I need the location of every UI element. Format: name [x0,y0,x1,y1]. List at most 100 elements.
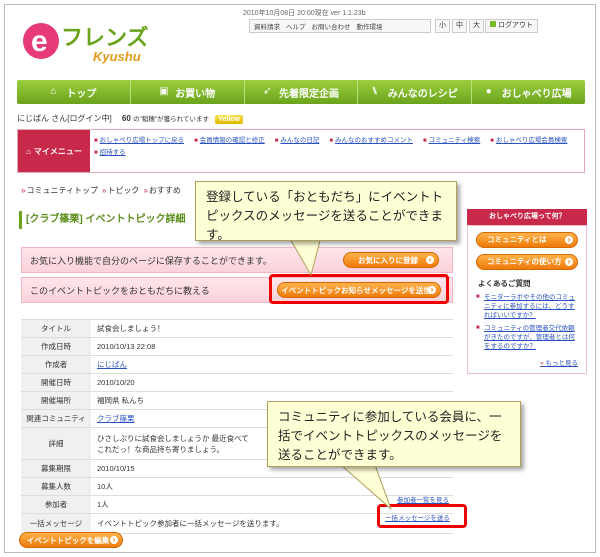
row-value: にじばん [91,356,453,373]
logo-main-text: フレンズ [61,25,149,51]
nav-item-label: みんなのレシピ [387,88,458,100]
table-row: タイトル 試食会しましょう！ [21,320,453,338]
row-label: 一括メッセージ [21,514,91,533]
notify-text: このイベントトピックをおともだちに教える [30,285,210,296]
util-link-request[interactable]: 資料請求 [254,21,280,31]
text-size-switcher: 小 中 大 [435,19,484,33]
row-value: 10人 [91,478,453,495]
row-value: 2010/10/13 22:08 [91,338,453,355]
nav-item-chat-plaza[interactable]: ● おしゃべり広場 [472,80,585,104]
breadcrumb-community-top[interactable]: コミュニティトップ [21,185,98,196]
row-label: 開催場所 [21,392,91,409]
nav-item-shopping[interactable]: ▣ お買い物 [131,80,245,104]
callout-send-to-friends: 登録している「おともだち」にイベントトピックスのメッセージを送ることができます。 [195,181,457,242]
faq-more-link[interactable]: もっと見る [476,357,579,367]
util-link-help[interactable]: ヘルプ [286,21,306,31]
row-value: 2010/10/20 [91,374,453,391]
nav-item-label: おしゃべり広場 [501,88,572,100]
user-login-status: さん[ログイン中] [51,114,112,123]
table-row: 作成日時 2010/10/13 22:08 [21,338,453,356]
what-is-community-button[interactable]: コミュニティとは [476,232,578,248]
date-version: 2010年10月08日 20:00現在 ver 1.1.23b [243,10,366,17]
nav-item-recipes[interactable]: ⑊ みんなのレシピ [358,80,473,104]
row-value-text: 福岡県 私んち [97,396,145,405]
my-menu-links: おしゃべり広場トップに戻る 会員情報の確認と修正 みんなの日記 みんなのおすすめ… [90,130,584,172]
text-size-large[interactable]: 大 [469,19,484,33]
nav-item-label: トップ [66,88,97,100]
creator-link[interactable]: にじばん [97,359,127,370]
faq-link-admin[interactable]: コミュニティの管理者交代依頼がきたのですが、管理者とは何をするのですか？ [476,324,578,351]
how-to-use-community-label: コミュニティの使い方 [487,257,562,266]
row-label: 参加者 [21,496,91,513]
highlight-send-notice [269,274,449,304]
main-nav: ⌂ トップ ▣ お買い物 ➶ 先着限定企画 ⑊ みんなのレシピ ● おしゃべり広場 [17,80,585,104]
nav-item-top[interactable]: ⌂ トップ [17,80,131,104]
callout-bulk-message: コミュニティに参加している会員に、一括でイベントトピックスのメッセージを送ること… [267,401,521,467]
fork-knife-icon: ⑊ [371,86,378,97]
home-icon: ⌂ [26,146,31,156]
screenshot-frame: e フレンズ Kyushu 2010年10月08日 20:00現在 ver 1.… [4,4,596,553]
faq-link-join[interactable]: モニターラボやその他のコミュニティに参加するには、どうすればいいですか？ [476,293,578,320]
my-menu-link-diary[interactable]: みんなの日記 [275,134,319,144]
home-icon: ⌂ [50,86,57,97]
what-is-community-label: コミュニティとは [487,235,547,244]
my-menu-link-member-search[interactable]: おしゃべり広場会員検索 [490,134,568,144]
logout-label: ログアウト [498,22,533,29]
callout-bottom-tail [340,465,392,510]
callout-top-tail [288,237,322,277]
my-menu-link-chat-top[interactable]: おしゃべり広場トップに戻る [94,134,185,144]
text-size-small[interactable]: 小 [435,19,450,33]
add-favorite-button[interactable]: お気に入りに登録 [343,252,439,268]
table-row: 開催日時 2010/10/20 [21,374,453,392]
page-title: [クラブ篠栗] イベントトピック詳細 [19,211,189,229]
my-menu-link-invite[interactable]: 招待する [94,146,126,156]
sidebar-heading: おしゃべり広場って何？ [467,209,587,225]
add-favorite-label: お気に入りに登録 [358,255,418,265]
row-value-text: 10人 [97,482,113,491]
my-menu-label-text: マイメニュー [33,146,82,156]
sidebar-box: コミュニティとは コミュニティの使い方 よくあるご質問 モニターラボやその他のコ… [467,225,587,374]
row-value-text: ひさしぶりに試食会しましょうか 最近食べてこれだっ！な商品持ち寄りましょう。 [97,433,249,454]
row-value: 試食会しましょう！ [91,320,453,337]
community-link[interactable]: クラブ篠栗 [97,413,135,424]
participants-list-link[interactable]: 参加者一覧を見る [397,494,449,504]
logout-icon [490,21,496,27]
breadcrumb: コミュニティトップ トピック おすすめ [21,185,181,196]
row-value-text: 2010/10/20 [97,378,135,387]
row-value-text: 2010/10/15 [97,464,135,473]
user-name: にじばん [17,114,49,123]
my-menu-link-community-search[interactable]: コミュニティ検索 [423,134,481,144]
row-label: 作成日時 [21,338,91,355]
logo-letter: e [31,25,48,58]
faq-title: よくあるご質問 [478,279,531,288]
runner-icon: ➶ [262,86,272,97]
row-value-text: 1人 [97,500,109,509]
text-size-medium[interactable]: 中 [452,19,467,33]
user-status: にじばん さん[ログイン中] 60 の"稲穂"が獲られています Yellow [17,113,244,124]
row-label: 募集期限 [21,460,91,477]
breadcrumb-recommend[interactable]: おすすめ [143,185,181,196]
user-points: 60 [121,114,131,123]
logo-sub-text: Kyushu [93,49,141,64]
my-menu-link-recommend[interactable]: みんなのおすすめコメント [329,134,413,144]
row-label: 募集人数 [21,478,91,495]
edit-event-topic-button[interactable]: イベントトピックを編集 [19,532,123,548]
nav-item-label: お買い物 [175,88,216,100]
nav-item-limited[interactable]: ➶ 先着限定企画 [245,80,359,104]
rank-badge: Yellow [215,115,244,124]
site-logo[interactable]: e フレンズ Kyushu [19,11,179,67]
row-value-text: イベントトピック参加者に一括メッセージを送ります。 [97,519,284,528]
logout-button[interactable]: ログアウト [485,19,538,33]
breadcrumb-topic[interactable]: トピック [102,185,139,196]
row-label: 関連コミュニティ [21,410,91,427]
my-menu-link-member-info[interactable]: 会員情報の確認と修正 [194,134,265,144]
logo-graphic: e フレンズ Kyushu [23,23,149,64]
my-menu: ⌂マイメニュー おしゃべり広場トップに戻る 会員情報の確認と修正 みんなの日記 … [17,129,585,173]
my-menu-label: ⌂ マイメニュー [18,130,90,172]
row-label: 詳細 [21,428,91,459]
utility-links: 資料請求 ヘルプ お問い合わせ 動作環境 [249,19,431,33]
util-link-environment[interactable]: 動作環境 [357,21,383,31]
row-label: 開催日時 [21,374,91,391]
util-link-contact[interactable]: お問い合わせ [312,21,351,31]
how-to-use-community-button[interactable]: コミュニティの使い方 [476,254,578,270]
